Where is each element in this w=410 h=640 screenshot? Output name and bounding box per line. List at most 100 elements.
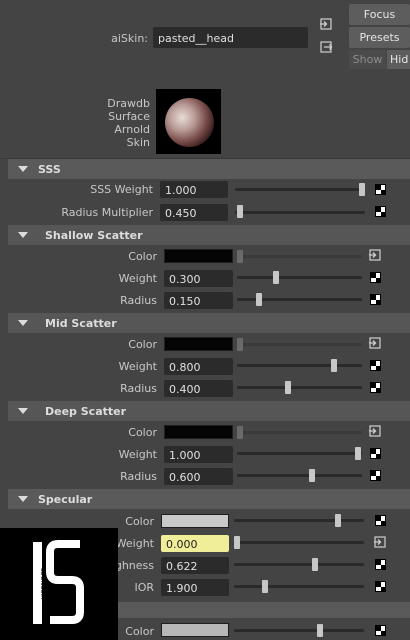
deep-color-swatch[interactable] bbox=[164, 425, 233, 439]
section-title: Shallow Scatter bbox=[45, 229, 143, 242]
sss-weight-slider-handle[interactable] bbox=[359, 183, 365, 196]
specular-roughness-slider-handle[interactable] bbox=[312, 558, 318, 571]
section-title: Specular bbox=[38, 493, 93, 506]
mid-weight-slider[interactable] bbox=[237, 364, 362, 367]
connection-icon[interactable] bbox=[369, 337, 381, 349]
sss-weight-field[interactable]: 1.000 bbox=[160, 181, 228, 198]
map-button-icon[interactable] bbox=[370, 470, 381, 481]
section-header-specular[interactable]: Specular bbox=[8, 489, 410, 509]
section-header-deep-scatter[interactable]: Deep Scatter bbox=[8, 401, 410, 421]
shallow-weight-field[interactable]: 0.300 bbox=[164, 270, 233, 287]
collapse-arrow-icon bbox=[18, 166, 28, 172]
specular-ior-slider-handle[interactable] bbox=[262, 580, 268, 593]
shallow-radius-field[interactable]: 0.150 bbox=[164, 292, 233, 309]
mid-color-swatch[interactable] bbox=[164, 337, 233, 351]
shallow-weight-label: Weight bbox=[118, 272, 157, 285]
deep-radius-field[interactable]: 0.600 bbox=[164, 468, 233, 485]
output-connection-icon[interactable] bbox=[320, 41, 332, 53]
next-color-slider[interactable] bbox=[234, 629, 364, 632]
specular-color-slider-handle[interactable] bbox=[335, 514, 341, 527]
deep-weight-label: Weight bbox=[118, 448, 157, 461]
swatch-caption: Drawdb Surface Arnold Skin bbox=[96, 97, 150, 149]
shallow-weight-slider[interactable] bbox=[237, 276, 362, 279]
focus-button[interactable]: Focus bbox=[349, 4, 410, 25]
specular-ior-slider[interactable] bbox=[234, 585, 364, 588]
shallow-color-slider-handle[interactable] bbox=[237, 250, 243, 263]
shallow-radius-slider-handle[interactable] bbox=[256, 293, 262, 306]
shallow-weight-slider-handle[interactable] bbox=[273, 271, 279, 284]
swatch-line: Drawdb bbox=[107, 97, 150, 110]
map-button-icon[interactable] bbox=[375, 559, 386, 570]
map-button-icon[interactable] bbox=[375, 625, 386, 636]
section-header-shallow-scatter[interactable]: Shallow Scatter bbox=[8, 225, 410, 245]
shallow-radius-label: Radius bbox=[120, 294, 157, 307]
section-title: SSS bbox=[38, 163, 61, 176]
swatch-sphere bbox=[165, 98, 214, 147]
radius-multiplier-slider[interactable] bbox=[235, 211, 365, 214]
hide-button[interactable]: Hid bbox=[387, 50, 410, 69]
collapse-arrow-icon bbox=[18, 496, 28, 502]
shallow-color-slider[interactable] bbox=[237, 255, 362, 258]
specular-color-slider[interactable] bbox=[234, 519, 364, 522]
specular-ior-field[interactable]: 1.900 bbox=[161, 579, 229, 596]
show-button[interactable]: Show bbox=[349, 50, 386, 69]
swatch-line: Arnold bbox=[114, 123, 150, 136]
map-button-icon[interactable] bbox=[370, 272, 381, 283]
mid-radius-field[interactable]: 0.400 bbox=[164, 380, 233, 397]
radius-multiplier-field[interactable]: 0.450 bbox=[160, 204, 228, 221]
mid-color-slider-handle[interactable] bbox=[237, 338, 243, 351]
specular-weight-field[interactable]: 0.000 bbox=[161, 535, 229, 552]
deep-radius-label: Radius bbox=[120, 470, 157, 483]
input-connection-icon[interactable] bbox=[320, 18, 332, 30]
presets-button[interactable]: Presets bbox=[349, 27, 410, 48]
map-button-icon[interactable] bbox=[375, 206, 386, 217]
deep-weight-slider-handle[interactable] bbox=[355, 447, 361, 460]
deep-color-label: Color bbox=[128, 426, 157, 439]
sss-weight-slider[interactable] bbox=[235, 188, 365, 191]
map-button-icon[interactable] bbox=[370, 448, 381, 459]
mid-color-slider[interactable] bbox=[237, 343, 362, 346]
watermark-logo: LOONGSIR bbox=[0, 528, 118, 640]
specular-weight-slider-handle[interactable] bbox=[234, 536, 240, 549]
map-button-icon[interactable] bbox=[370, 294, 381, 305]
connection-icon[interactable] bbox=[369, 425, 381, 437]
map-button-icon[interactable] bbox=[375, 581, 386, 592]
deep-color-slider-handle[interactable] bbox=[237, 426, 243, 439]
mid-radius-slider-handle[interactable] bbox=[285, 381, 291, 394]
sss-weight-label: SSS Weight bbox=[90, 183, 153, 196]
connection-icon[interactable] bbox=[374, 536, 386, 548]
specular-roughness-slider[interactable] bbox=[234, 563, 364, 566]
specular-color-label: Color bbox=[125, 515, 154, 528]
map-button-icon[interactable] bbox=[375, 515, 386, 526]
map-button-icon[interactable] bbox=[375, 184, 386, 195]
mid-radius-label: Radius bbox=[120, 382, 157, 395]
deep-weight-field[interactable]: 1.000 bbox=[164, 446, 233, 463]
node-type-label: aiSkin: bbox=[111, 32, 148, 45]
deep-radius-slider[interactable] bbox=[237, 474, 362, 477]
map-button-icon[interactable] bbox=[370, 382, 381, 393]
deep-color-slider[interactable] bbox=[237, 431, 362, 434]
specular-color-swatch[interactable] bbox=[161, 514, 229, 528]
watermark-text: LOONGSIR bbox=[39, 568, 46, 600]
next-color-slider-handle[interactable] bbox=[317, 624, 323, 637]
radius-multiplier-slider-handle[interactable] bbox=[237, 205, 243, 218]
mid-weight-field[interactable]: 0.800 bbox=[164, 358, 233, 375]
connection-icon[interactable] bbox=[369, 249, 381, 261]
shallow-color-swatch[interactable] bbox=[164, 249, 233, 263]
mid-color-label: Color bbox=[128, 338, 157, 351]
mid-radius-slider[interactable] bbox=[237, 386, 362, 389]
section-header-sss[interactable]: SSS bbox=[8, 159, 410, 179]
deep-radius-slider-handle[interactable] bbox=[309, 469, 315, 482]
section-title: Mid Scatter bbox=[45, 317, 117, 330]
section-header-mid-scatter[interactable]: Mid Scatter bbox=[8, 313, 410, 333]
specular-roughness-field[interactable]: 0.622 bbox=[161, 557, 229, 574]
material-swatch-preview[interactable] bbox=[156, 89, 221, 154]
mid-weight-slider-handle[interactable] bbox=[331, 359, 337, 372]
specular-weight-slider[interactable] bbox=[234, 541, 364, 544]
next-color-swatch[interactable] bbox=[161, 623, 229, 637]
mid-weight-label: Weight bbox=[118, 360, 157, 373]
deep-weight-slider[interactable] bbox=[237, 452, 362, 455]
map-button-icon[interactable] bbox=[370, 360, 381, 371]
node-name-field[interactable]: pasted__head bbox=[153, 27, 308, 48]
collapse-arrow-icon bbox=[18, 320, 28, 326]
